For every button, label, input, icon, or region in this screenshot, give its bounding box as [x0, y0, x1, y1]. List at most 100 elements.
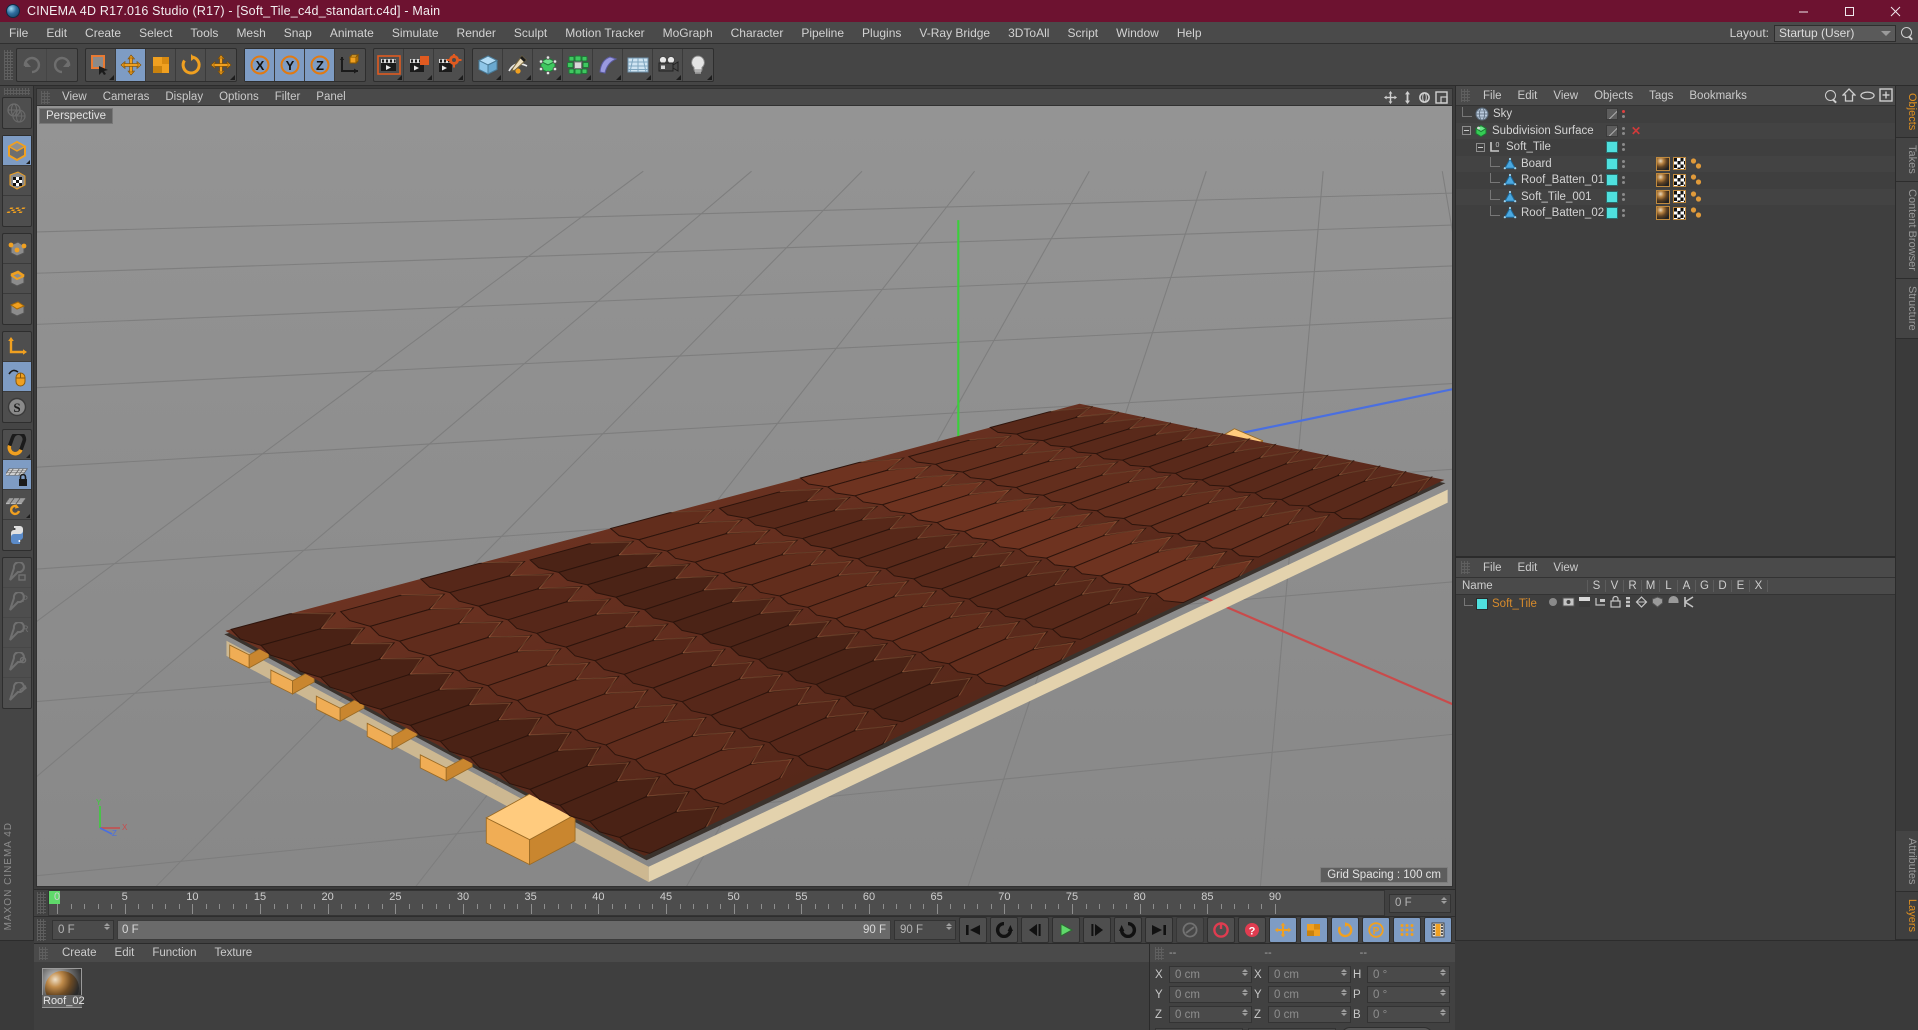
timeline-frame-field[interactable]: 0 F: [1389, 893, 1451, 913]
edges-mode-button[interactable]: [2, 264, 31, 294]
coordinate-input-position-x[interactable]: 0 cm: [1169, 966, 1252, 984]
play-backwards-loop-button[interactable]: [990, 917, 1018, 944]
scale-tool-alt-button[interactable]: [2, 648, 31, 678]
visibility-toggle[interactable]: [1606, 124, 1618, 137]
add-deformer-button[interactable]: [593, 48, 623, 81]
parameter-key-button[interactable]: P: [1362, 917, 1390, 944]
menu-item-help[interactable]: Help: [1168, 22, 1211, 44]
snap-magnet-button[interactable]: [2, 430, 31, 460]
uvw-tag-icon[interactable]: [1673, 173, 1686, 187]
object-menu-objects[interactable]: Objects: [1586, 86, 1641, 106]
enable-axis-button[interactable]: [2, 362, 31, 392]
python-button[interactable]: [3, 520, 31, 550]
search-icon[interactable]: [1901, 26, 1914, 40]
viewport-menu-cameras[interactable]: Cameras: [95, 89, 158, 106]
sculpt-mode-button[interactable]: S: [3, 392, 31, 422]
timeline-filmstrip-button[interactable]: [1424, 917, 1452, 944]
material-menu-function[interactable]: Function: [143, 944, 205, 962]
scale-tool-button[interactable]: [146, 48, 176, 81]
rotation-key-button[interactable]: [1331, 917, 1359, 944]
lock-icon[interactable]: [1610, 595, 1621, 611]
visibility-dots[interactable]: [1622, 209, 1625, 218]
record-question-button[interactable]: ?: [1238, 917, 1266, 944]
object-menu-file[interactable]: File: [1475, 86, 1510, 106]
toolbar-grip[interactable]: [4, 49, 13, 80]
undo-button[interactable]: [17, 48, 47, 81]
coordinate-input-size-y[interactable]: 0 cm: [1268, 986, 1351, 1004]
visibility-dots[interactable]: [1622, 110, 1625, 119]
generator-icon[interactable]: [1635, 596, 1648, 611]
lock-workplane-button[interactable]: [2, 460, 31, 490]
coordinate-input-position-y[interactable]: 0 cm: [1169, 986, 1252, 1004]
add-light-button[interactable]: [683, 49, 713, 81]
layer-column-r[interactable]: R: [1624, 580, 1642, 592]
minimize-button[interactable]: [1780, 0, 1826, 22]
stepper-icon[interactable]: [1341, 969, 1347, 977]
lock-x-button[interactable]: X: [245, 48, 275, 81]
axis-modify-button[interactable]: [2, 332, 31, 362]
zoom-icon[interactable]: [1399, 90, 1416, 105]
coordinate-input-size-x[interactable]: 0 cm: [1268, 966, 1351, 984]
uvw-tag-icon[interactable]: [1673, 190, 1686, 204]
animation-icon[interactable]: [1624, 596, 1632, 611]
object-menu-view[interactable]: View: [1545, 86, 1586, 106]
stepper-icon[interactable]: [1441, 896, 1447, 904]
play-button[interactable]: [1052, 917, 1080, 944]
material-menu-edit[interactable]: Edit: [106, 944, 144, 962]
pan-icon[interactable]: [1382, 90, 1399, 105]
position-key-button[interactable]: [1269, 917, 1297, 944]
layer-rows[interactable]: Soft_Tile: [1456, 595, 1895, 940]
uvw-tag-icon[interactable]: [1673, 157, 1686, 171]
transport-grip[interactable]: [37, 919, 46, 942]
menu-item-snap[interactable]: Snap: [275, 22, 321, 44]
misc-tool-button[interactable]: [3, 678, 31, 708]
deformer-icon[interactable]: [1651, 596, 1664, 611]
menu-item-tools[interactable]: Tools: [181, 22, 227, 44]
record-active-objects-button[interactable]: [1207, 917, 1235, 944]
material-manager-grip[interactable]: [39, 946, 48, 960]
stepper-icon[interactable]: [104, 923, 110, 931]
material-item[interactable]: Roof_02: [42, 968, 85, 1009]
rotate-tool-button[interactable]: [176, 48, 206, 81]
layer-menu-file[interactable]: File: [1475, 558, 1510, 578]
visibility-dots[interactable]: [1622, 143, 1625, 152]
stepper-icon[interactable]: [1242, 1009, 1248, 1017]
object-menu-bookmarks[interactable]: Bookmarks: [1681, 86, 1755, 106]
menu-item-render[interactable]: Render: [448, 22, 505, 44]
measure-tool-button[interactable]: [2, 558, 31, 588]
home-icon[interactable]: [1841, 88, 1857, 105]
object-row[interactable]: Roof_Batten_02: [1456, 205, 1895, 222]
menu-item-window[interactable]: Window: [1107, 22, 1168, 44]
object-manager-grip[interactable]: [1461, 89, 1470, 102]
maximize-view-icon[interactable]: [1433, 90, 1450, 105]
timeline-track[interactable]: 0 5 10 15 20 25 30 35 40 45 50 55 60 65 70 75 80 85 90: [48, 890, 1385, 917]
visibility-toggle[interactable]: [1606, 174, 1618, 187]
layer-menu-edit[interactable]: Edit: [1510, 558, 1546, 578]
menu-item-motion-tracker[interactable]: Motion Tracker: [556, 22, 653, 44]
render-icon[interactable]: [1578, 596, 1591, 611]
selection-tag-icon[interactable]: [1689, 173, 1703, 187]
material-menu-create[interactable]: Create: [53, 944, 106, 962]
stepper-icon[interactable]: [1242, 989, 1248, 997]
menu-item-pipeline[interactable]: Pipeline: [792, 22, 853, 44]
add-camera-button[interactable]: [653, 48, 683, 81]
tab-content-browser[interactable]: Content Browser: [1896, 182, 1918, 279]
menu-item-plugins[interactable]: Plugins: [853, 22, 910, 44]
coordinate-input-rotation-b[interactable]: 0 °: [1367, 1006, 1450, 1024]
layer-color-swatch[interactable]: [1476, 597, 1488, 610]
material-tag-icon[interactable]: [1656, 173, 1670, 188]
material-tag-icon[interactable]: [1656, 189, 1670, 204]
stepper-icon[interactable]: [946, 923, 952, 931]
tab-structure[interactable]: Structure: [1896, 278, 1918, 339]
object-menu-tags[interactable]: Tags: [1641, 86, 1681, 106]
visibility-dots[interactable]: [1622, 176, 1625, 185]
menu-item-v-ray-bridge[interactable]: V-Ray Bridge: [910, 22, 999, 44]
start-frame-field[interactable]: 0 F: [52, 920, 114, 941]
selection-tag-icon[interactable]: [1689, 206, 1703, 220]
menu-item-character[interactable]: Character: [722, 22, 793, 44]
menu-item-animate[interactable]: Animate: [321, 22, 383, 44]
object-menu-edit[interactable]: Edit: [1510, 86, 1546, 106]
menu-item-file[interactable]: File: [0, 22, 37, 44]
timeline-scrubber[interactable]: 0 F 90 F: [117, 920, 891, 941]
texture-mode-button[interactable]: [2, 166, 31, 196]
